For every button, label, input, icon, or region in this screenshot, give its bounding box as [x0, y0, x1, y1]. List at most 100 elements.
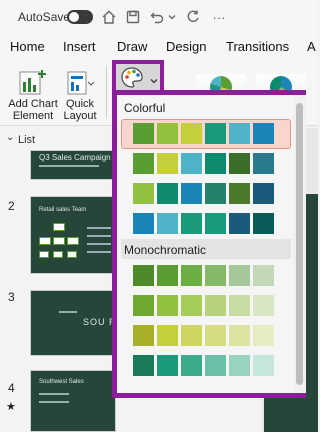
slide-list-header[interactable]: ⌄ List: [0, 128, 100, 150]
quick-layout-label: Quick Layout: [63, 98, 97, 122]
color-swatch[interactable]: [157, 355, 178, 376]
color-swatch[interactable]: [205, 123, 226, 144]
slide-thumbnail[interactable]: Southwest Sales: [30, 370, 116, 432]
color-swatch[interactable]: [157, 295, 178, 316]
color-swatch[interactable]: [205, 355, 226, 376]
color-swatch[interactable]: [229, 325, 250, 346]
color-swatch[interactable]: [157, 325, 178, 346]
home-icon[interactable]: [100, 6, 118, 28]
color-swatch[interactable]: [205, 213, 226, 234]
ribbon-divider: [106, 66, 107, 118]
tab-insert[interactable]: Insert: [63, 39, 96, 54]
org-chart-box: [67, 251, 77, 258]
scrollbar-thumb[interactable]: [296, 103, 303, 385]
color-swatch[interactable]: [205, 265, 226, 286]
slide-title: Q3 Sales Campaign: [39, 153, 111, 162]
color-swatch[interactable]: [253, 295, 274, 316]
slide-title: Retail sales Team: [39, 207, 87, 213]
color-swatch[interactable]: [181, 213, 202, 234]
tab-draw[interactable]: Draw: [117, 39, 147, 54]
org-chart-box: [53, 237, 65, 245]
bullet-line: [39, 393, 69, 395]
color-swatch[interactable]: [133, 325, 154, 346]
color-swatch[interactable]: [133, 355, 154, 376]
color-swatch[interactable]: [229, 355, 250, 376]
slide-subtitle-line: [59, 311, 77, 313]
color-swatch[interactable]: [253, 265, 274, 286]
color-swatch[interactable]: [229, 183, 250, 204]
color-swatch[interactable]: [181, 265, 202, 286]
color-swatch[interactable]: [157, 265, 178, 286]
slide-subtitle-line: [39, 165, 99, 167]
org-chart-box: [67, 237, 79, 245]
tab-more[interactable]: A: [307, 39, 316, 54]
color-swatch[interactable]: [229, 153, 250, 174]
color-swatch[interactable]: [253, 183, 274, 204]
color-swatch[interactable]: [133, 123, 154, 144]
color-swatch[interactable]: [229, 295, 250, 316]
color-swatch[interactable]: [229, 123, 250, 144]
color-swatch[interactable]: [253, 213, 274, 234]
section-label-colorful: Colorful: [124, 101, 166, 115]
color-swatch[interactable]: [253, 153, 274, 174]
color-swatch[interactable]: [205, 153, 226, 174]
org-chart-box: [39, 251, 49, 258]
change-colors-button[interactable]: [112, 60, 164, 94]
slide-thumbnail[interactable]: SOU RE: [30, 290, 116, 356]
add-chart-element-label: Add Chart Element: [8, 98, 58, 122]
color-swatch[interactable]: [205, 295, 226, 316]
list-label: List: [18, 134, 36, 146]
color-swatch[interactable]: [157, 183, 178, 204]
color-swatch[interactable]: [181, 325, 202, 346]
quick-layout-button[interactable]: Quick Layout: [60, 60, 100, 122]
autosave-label: AutoSave: [18, 10, 71, 24]
tab-transitions[interactable]: Transitions: [226, 39, 289, 54]
color-swatch[interactable]: [181, 295, 202, 316]
org-chart-box: [53, 251, 63, 258]
color-swatch[interactable]: [253, 325, 274, 346]
add-chart-element-button[interactable]: Add Chart Element: [8, 60, 58, 122]
color-swatch[interactable]: [205, 183, 226, 204]
color-palette-list: Colorful Monochromatic: [117, 95, 291, 393]
tab-design[interactable]: Design: [166, 39, 206, 54]
color-swatch[interactable]: [157, 123, 178, 144]
color-swatch[interactable]: [133, 153, 154, 174]
autosave-toggle[interactable]: [67, 10, 93, 24]
color-swatch[interactable]: [229, 213, 250, 234]
bullet-line: [39, 401, 69, 403]
color-swatch[interactable]: [133, 265, 154, 286]
color-swatch[interactable]: [157, 153, 178, 174]
palette-icon: [120, 66, 144, 90]
quick-layout-icon: [60, 60, 100, 98]
color-swatch[interactable]: [181, 153, 202, 174]
color-swatch[interactable]: [181, 355, 202, 376]
color-swatch[interactable]: [181, 123, 202, 144]
slide-title: Southwest Sales: [39, 379, 84, 385]
slide-number: 4: [8, 381, 15, 395]
color-swatch[interactable]: [205, 325, 226, 346]
color-swatch[interactable]: [181, 183, 202, 204]
color-swatch[interactable]: [157, 213, 178, 234]
bullet-line: [87, 235, 111, 237]
change-colors-dropdown: Colorful Monochromatic: [112, 90, 306, 398]
color-swatch[interactable]: [133, 295, 154, 316]
star-icon: ★: [6, 401, 16, 413]
more-icon[interactable]: ···: [210, 6, 228, 28]
tab-home[interactable]: Home: [10, 39, 45, 54]
color-swatch[interactable]: [229, 265, 250, 286]
color-swatch[interactable]: [133, 213, 154, 234]
add-chart-element-icon: [8, 60, 58, 98]
chevron-down-icon: ⌄: [6, 132, 15, 143]
color-swatch[interactable]: [253, 123, 274, 144]
slide-thumbnail[interactable]: Retail sales Team: [30, 196, 116, 274]
save-icon[interactable]: [124, 6, 142, 28]
color-swatch[interactable]: [133, 183, 154, 204]
bullet-line: [87, 227, 111, 229]
undo-icon[interactable]: [148, 6, 166, 28]
section-label-monochromatic: Monochromatic: [124, 243, 207, 257]
redo-icon[interactable]: [184, 6, 202, 28]
slide-number: 3: [8, 290, 15, 304]
color-swatch[interactable]: [253, 355, 274, 376]
chevron-down-icon[interactable]: [166, 6, 178, 28]
slide-thumbnail[interactable]: Q3 Sales Campaign: [30, 150, 116, 180]
